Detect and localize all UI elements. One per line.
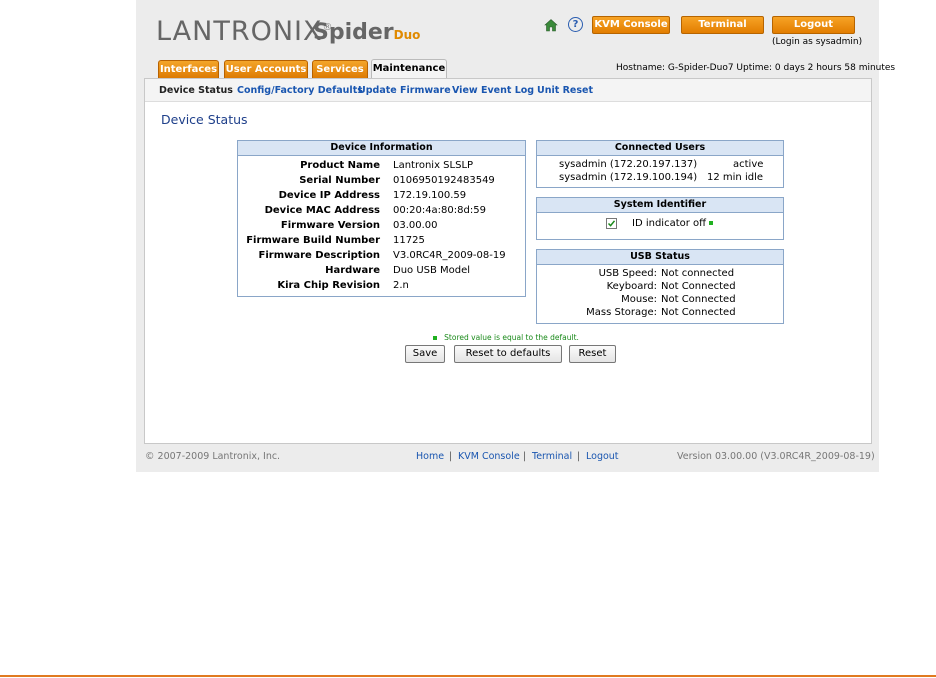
usb-speed-value: Not connected xyxy=(661,268,735,279)
id-indicator-checkbox[interactable] xyxy=(606,218,617,229)
subnav-update-firmware[interactable]: Update Firmware xyxy=(358,85,451,96)
id-indicator-label: ID indicator off xyxy=(632,218,714,229)
connected-user-2: sysadmin (172.19.100.194) xyxy=(559,172,698,183)
usb-status-header: USB Status xyxy=(537,250,783,265)
default-value-indicator-icon xyxy=(709,221,714,225)
help-icon[interactable]: ? xyxy=(568,17,583,32)
firmware-description-label: Firmware Description xyxy=(258,250,380,261)
subnav-view-event-log[interactable]: View Event Log xyxy=(452,85,534,96)
tab-maintenance[interactable]: Maintenance xyxy=(371,59,447,80)
lantronix-logo: LANTRONIX® xyxy=(156,16,334,47)
checkmark-icon xyxy=(607,220,616,227)
terminal-button[interactable]: Terminal xyxy=(681,16,764,34)
product-name-label: Product Name xyxy=(300,160,380,171)
save-button[interactable]: Save xyxy=(405,345,445,363)
version-info: Version 03.00.00 (V3.0RC4R_2009-08-19) xyxy=(677,451,875,462)
firmware-build-value: 11725 xyxy=(393,235,425,246)
footer-link-logout[interactable]: Logout xyxy=(586,451,619,462)
kvm-console-button[interactable]: KVM Console xyxy=(592,16,670,34)
connected-users-box: Connected Users sysadmin (172.20.197.137… xyxy=(536,140,784,188)
tab-interfaces[interactable]: Interfaces xyxy=(158,60,219,79)
mouse-value: Not Connected xyxy=(661,294,736,305)
subnav-device-status[interactable]: Device Status xyxy=(159,85,233,96)
keyboard-value: Not Connected xyxy=(661,281,736,292)
device-ip-value: 172.19.100.59 xyxy=(393,190,467,201)
hostname-uptime: Hostname: G-Spider-Duo7 Uptime: 0 days 2… xyxy=(616,63,896,73)
login-status: (Login as sysadmin) xyxy=(772,37,863,47)
connected-users-header: Connected Users xyxy=(537,141,783,156)
footer-separator: | xyxy=(523,451,527,462)
mass-storage-value: Not Connected xyxy=(661,307,736,318)
spider-duo-logo: SpiderDuo xyxy=(313,20,421,45)
footer-separator: | xyxy=(577,451,581,462)
device-information-header: Device Information xyxy=(238,141,525,156)
hardware-value: Duo USB Model xyxy=(393,265,471,276)
footer-link-home[interactable]: Home xyxy=(416,451,444,462)
connected-user-2-state: 12 min idle xyxy=(707,172,763,183)
page-bottom-rule xyxy=(0,675,936,677)
system-identifier-box: System Identifier ID indicator off xyxy=(536,197,784,240)
device-ip-label: Device IP Address xyxy=(278,190,380,201)
keyboard-label: Keyboard: xyxy=(606,281,657,292)
device-mac-label: Device MAC Address xyxy=(264,205,380,216)
app-frame: LANTRONIX® SpiderDuo ? KVM Console Termi… xyxy=(136,0,895,472)
device-information-box: Device Information Product Name Lantroni… xyxy=(237,140,526,297)
default-value-indicator-icon xyxy=(433,336,437,340)
usb-speed-label: USB Speed: xyxy=(598,268,657,279)
firmware-version-label: Firmware Version xyxy=(280,220,380,231)
default-value-note: Stored value is equal to the default. xyxy=(433,333,579,342)
connected-user-1-state: active xyxy=(733,159,764,170)
sub-navigation: Device Status Config/Factory Defaults Up… xyxy=(145,79,871,102)
connected-user-1: sysadmin (172.20.197.137) xyxy=(559,159,698,170)
logout-button[interactable]: Logout xyxy=(772,16,855,34)
kira-chip-value: 2.n xyxy=(393,280,409,291)
content-panel: Device Status Config/Factory Defaults Up… xyxy=(144,78,872,444)
copyright: © 2007-2009 Lantronix, Inc. xyxy=(145,451,281,462)
serial-number-value: 0106950192483549 xyxy=(393,175,495,186)
usb-status-box: USB Status USB Speed: Not connected Keyb… xyxy=(536,249,784,324)
footer-link-terminal[interactable]: Terminal xyxy=(532,451,572,462)
footer-link-kvm-console[interactable]: KVM Console xyxy=(458,451,520,462)
device-mac-value: 00:20:4a:80:8d:59 xyxy=(393,205,486,216)
tab-services[interactable]: Services xyxy=(312,60,368,79)
product-name-value: Lantronix SLSLP xyxy=(393,160,474,171)
serial-number-label: Serial Number xyxy=(299,175,380,186)
subnav-config-factory-defaults[interactable]: Config/Factory Defaults xyxy=(237,85,363,96)
firmware-description-value: V3.0RC4R_2009-08-19 xyxy=(393,250,506,261)
subnav-unit-reset[interactable]: Unit Reset xyxy=(537,85,593,96)
mass-storage-label: Mass Storage: xyxy=(586,307,657,318)
page-title: Device Status xyxy=(161,112,248,127)
mouse-label: Mouse: xyxy=(621,294,657,305)
footer-separator: | xyxy=(449,451,453,462)
reset-button[interactable]: Reset xyxy=(569,345,616,363)
firmware-version-value: 03.00.00 xyxy=(393,220,438,231)
firmware-build-label: Firmware Build Number xyxy=(246,235,380,246)
home-icon[interactable] xyxy=(544,18,558,32)
system-identifier-header: System Identifier xyxy=(537,198,783,213)
kira-chip-label: Kira Chip Revision xyxy=(277,280,380,291)
hardware-label: Hardware xyxy=(325,265,380,276)
tab-user-accounts[interactable]: User Accounts xyxy=(224,60,308,79)
reset-to-defaults-button[interactable]: Reset to defaults xyxy=(454,345,562,363)
